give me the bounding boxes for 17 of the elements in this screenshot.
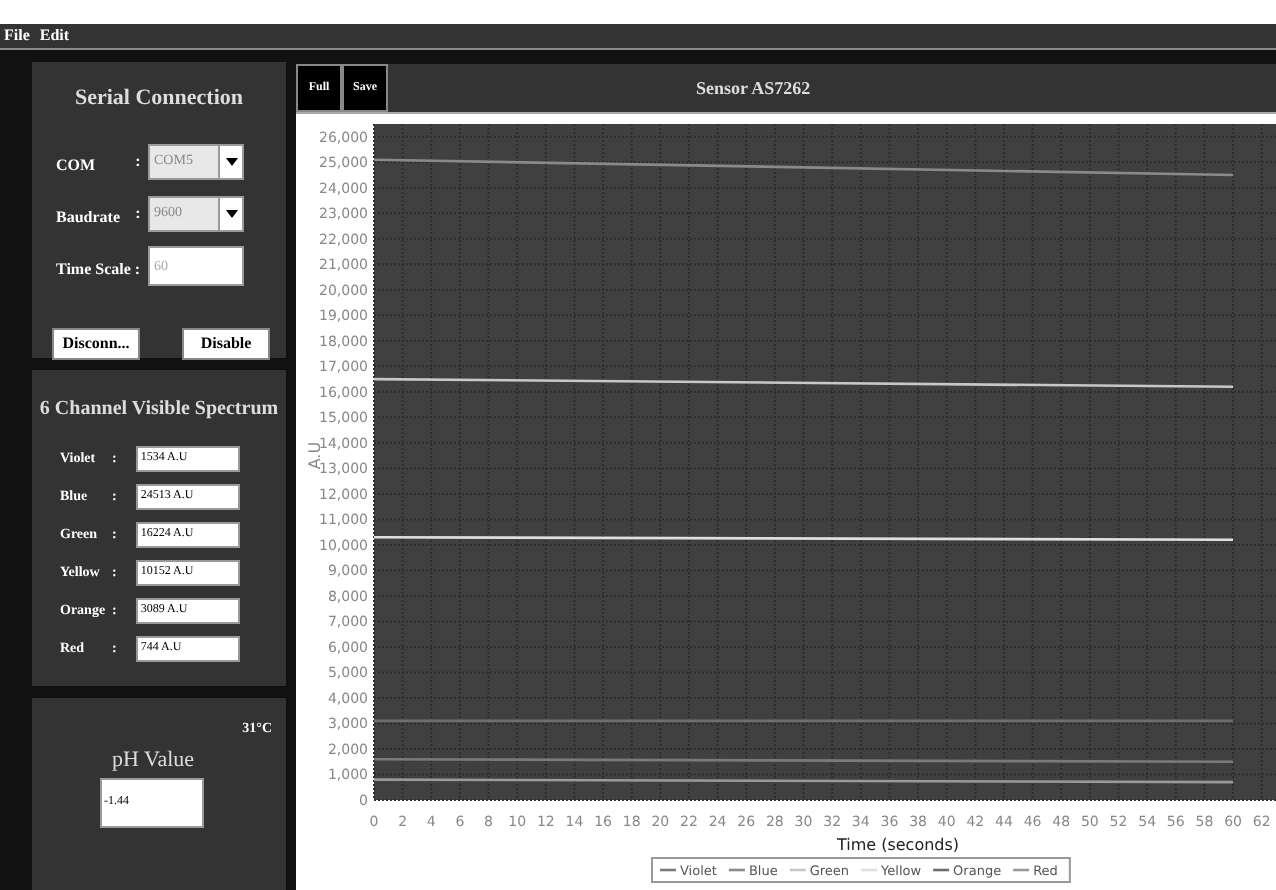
field-label: COM	[56, 155, 96, 173]
panel-title: pH Value	[112, 746, 195, 776]
caret-icon	[225, 157, 237, 165]
menu-item[interactable]: File	[4, 28, 30, 44]
field-label: Time Scale :	[56, 259, 141, 277]
panel-title: Serial Connection	[74, 84, 244, 114]
colon-text: :	[133, 149, 143, 173]
field-label: Baudrate	[56, 207, 120, 225]
caret-icon	[225, 209, 237, 217]
button[interactable]: Disconn...	[52, 327, 140, 359]
button[interactable]: Disable	[182, 327, 270, 359]
colon-text: :	[133, 201, 143, 225]
axis-title: Time (seconds)	[836, 836, 960, 854]
axis-title: A.U	[306, 441, 324, 470]
panel-title: 6 Channel Visible Spectrum	[37, 396, 281, 424]
menu-item[interactable]: Edit	[39, 28, 70, 44]
chart-title: Sensor AS7262	[696, 76, 811, 102]
